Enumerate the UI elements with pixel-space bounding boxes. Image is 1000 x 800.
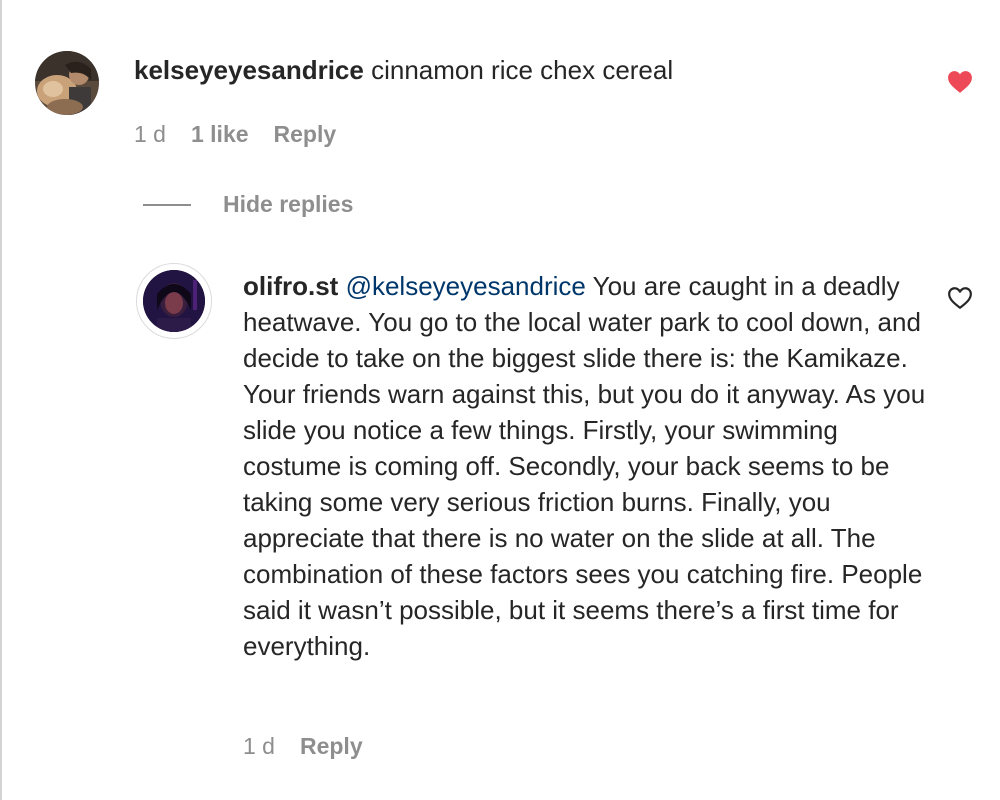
reply-meta: 1 d Reply [243,733,388,760]
replies-divider-line [143,203,191,206]
avatar-olifro-st[interactable] [136,263,212,339]
likes-count-button[interactable]: 1 like [191,121,249,148]
reply-button[interactable]: Reply [300,733,363,760]
comment-body: cinnamon rice chex cereal [371,55,674,85]
comment-meta: 1 d 1 like Reply [134,121,361,148]
comment-username[interactable]: kelseyeyesandrice [134,55,364,85]
comment-kelseyeyesandrice: kelseyeyesandrice cinnamon rice chex cer… [134,52,914,88]
heart-outline-icon[interactable] [947,286,973,310]
comment-timestamp: 1 d [243,733,275,759]
reply-button[interactable]: Reply [274,121,337,148]
avatar-kelseyeyesandrice[interactable] [35,51,99,115]
reply-comment-olifro-st: olifro.st @kelseyeyesandrice You are cau… [243,268,933,664]
hide-replies-label: Hide replies [223,191,354,217]
mention-link[interactable]: @kelseyeyesandrice [346,271,586,301]
comment-timestamp: 1 d [134,121,166,147]
comment-body: You are caught in a deadly heatwave. You… [243,271,926,661]
hide-replies-button[interactable]: Hide replies [143,191,353,218]
comment-username[interactable]: olifro.st [243,271,338,301]
heart-filled-icon[interactable] [947,70,973,94]
left-border [0,0,2,800]
